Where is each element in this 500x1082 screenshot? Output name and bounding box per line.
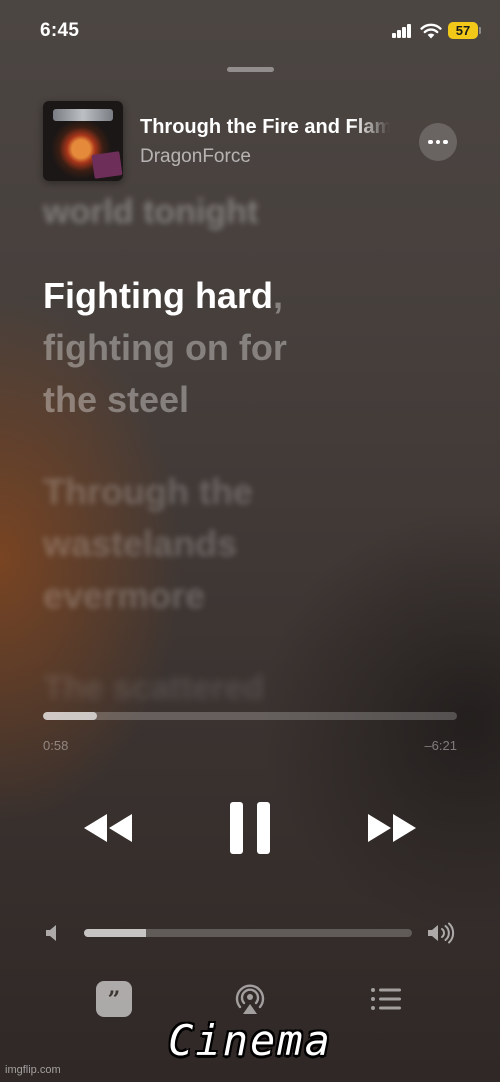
meme-caption: Cinema xyxy=(168,1016,332,1065)
lyric-line-previous[interactable]: world tonight xyxy=(43,186,463,238)
lyric-line-next[interactable]: Through the wastelands evermore xyxy=(43,466,463,622)
lyric-next-text: Through the xyxy=(43,471,253,512)
airplay-button[interactable] xyxy=(231,980,269,1018)
queue-button[interactable] xyxy=(367,980,405,1018)
ellipsis-dot xyxy=(443,139,448,145)
lyric-sung-text: Fighting hard xyxy=(43,275,273,316)
sheet-grabber[interactable] xyxy=(227,67,274,72)
ellipsis-icon xyxy=(428,139,433,145)
lyric-unsung-text: , xyxy=(272,275,283,316)
ellipsis-dot xyxy=(435,139,441,145)
lyric-line-upcoming[interactable]: The scattered xyxy=(43,662,463,714)
battery-icon: 57 xyxy=(448,22,478,39)
volume-level-fill xyxy=(84,929,147,937)
album-artwork[interactable] xyxy=(43,101,123,181)
song-title[interactable]: Through the Fire and Flames xyxy=(140,116,390,139)
pause-button[interactable] xyxy=(228,800,272,856)
volume-low-icon xyxy=(46,925,56,941)
artist-name[interactable]: DragonForce xyxy=(140,146,251,168)
fast-forward-button[interactable] xyxy=(364,810,420,846)
cellular-signal-icon xyxy=(392,24,412,38)
elapsed-time: 0:58 xyxy=(43,738,69,753)
airplay-icon xyxy=(235,984,265,1014)
list-icon xyxy=(371,988,401,1010)
lyric-line-current[interactable]: Fighting hard, fighting on for the steel xyxy=(43,270,463,426)
watermark: imgflip.com xyxy=(5,1064,61,1076)
status-bar: 6:45 57 xyxy=(0,0,500,60)
wifi-icon xyxy=(420,23,442,39)
lyric-next-text: evermore xyxy=(43,575,206,616)
battery-cap xyxy=(479,27,481,34)
remaining-time: –6:21 xyxy=(424,738,457,753)
lyrics-button[interactable]: ” xyxy=(95,980,133,1018)
album-sticker xyxy=(91,151,123,179)
volume-slider[interactable] xyxy=(84,929,412,937)
lyric-unsung-text: fighting on for xyxy=(43,327,287,368)
playback-scrubber[interactable] xyxy=(43,712,457,720)
lyric-unsung-text: the steel xyxy=(43,379,190,420)
lyric-next-text: wastelands xyxy=(43,523,238,564)
lyrics-quote-icon: ” xyxy=(96,981,132,1017)
album-logo xyxy=(53,109,113,121)
playback-progress-fill xyxy=(43,712,97,720)
rewind-button[interactable] xyxy=(80,810,136,846)
more-options-button[interactable] xyxy=(419,123,457,161)
volume-high-icon xyxy=(428,922,455,944)
status-time: 6:45 xyxy=(40,20,80,41)
